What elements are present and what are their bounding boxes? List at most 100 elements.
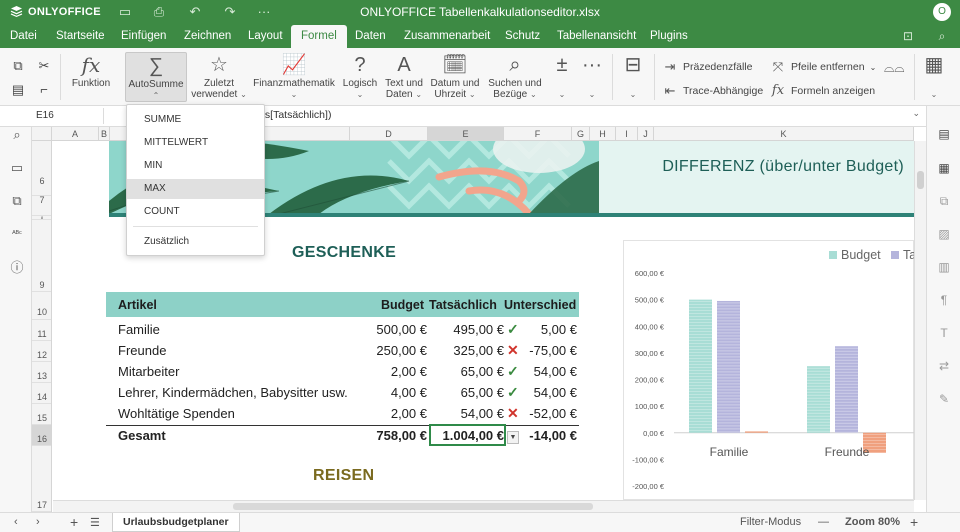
row-header[interactable]: 13: [32, 362, 51, 383]
column-header-selected[interactable]: E: [428, 127, 504, 141]
column-header[interactable]: D: [350, 127, 428, 141]
image-settings-icon[interactable]: ▨: [936, 226, 952, 242]
paste-icon[interactable]: ▤: [10, 82, 26, 98]
named-ranges-button[interactable]: ⊟ ⌄: [618, 52, 648, 100]
scroll-thumb[interactable]: [233, 503, 593, 510]
date-time-button[interactable]: 🗓 Datum und Uhrzeit ⌄: [428, 52, 482, 100]
more-functions-button[interactable]: ··· ⌄: [580, 52, 604, 100]
trace-dependents-button[interactable]: ⇤ Trace-Abhängige: [662, 83, 764, 99]
table-settings-icon[interactable]: ▦: [936, 160, 952, 176]
zoom-out-icon[interactable]: —: [818, 516, 829, 528]
table-row[interactable]: Lehrer, Kindermädchen, Babysitter usw. 4…: [106, 383, 579, 404]
tab-datei[interactable]: Datei: [0, 25, 47, 48]
financial-button[interactable]: 📈 Finanzmathematik ⌄: [252, 52, 336, 100]
expand-formula-icon[interactable]: ⌄: [912, 108, 920, 119]
row-header[interactable]: 17: [32, 446, 51, 512]
table-row[interactable]: Wohltätige Spenden 2,00 € 54,00 € ✕ -52,…: [106, 404, 579, 425]
paragraph-settings-icon[interactable]: ¶: [936, 292, 952, 308]
menu-item-summe[interactable]: SUMME: [127, 110, 264, 130]
prev-sheet-icon[interactable]: ‹: [14, 516, 18, 528]
chat-icon[interactable]: ⧉: [9, 193, 25, 209]
comments-icon[interactable]: ▭: [9, 160, 25, 176]
watch-window-icon[interactable]: ⌓⌓: [884, 60, 905, 76]
column-header[interactable]: H: [590, 127, 616, 141]
sheet-tab[interactable]: Urlaubsbudgetplaner: [112, 513, 240, 532]
row-header[interactable]: 10: [32, 292, 51, 320]
folder-icon[interactable]: ⊡: [900, 29, 916, 44]
text-data-button[interactable]: A Text und Daten ⌄: [383, 52, 425, 100]
row-header[interactable]: 9: [32, 220, 51, 292]
logical-button[interactable]: ? Logisch ⌄: [340, 52, 380, 100]
sheet-list-icon[interactable]: ☰: [90, 516, 100, 529]
chart-settings-icon[interactable]: ▥: [936, 259, 952, 275]
row-header[interactable]: 6: [32, 141, 51, 196]
copy-icon[interactable]: ⧉: [10, 58, 26, 74]
tab-formel[interactable]: Formel: [291, 25, 347, 48]
vertical-scrollbar[interactable]: [914, 141, 926, 500]
search-icon[interactable]: ⌕: [934, 29, 950, 44]
trace-precedents-button[interactable]: ⇥ Präzedenzfälle: [662, 59, 753, 75]
insert-function-button[interactable]: fx Funktion: [66, 52, 116, 89]
name-box[interactable]: E16: [32, 108, 104, 124]
tab-zeichnen[interactable]: Zeichnen: [174, 25, 241, 48]
table-row[interactable]: Mitarbeiter 2,00 € 65,00 € ✓ 54,00 €: [106, 362, 579, 383]
math-button[interactable]: ± ⌄: [550, 52, 574, 100]
tab-layout[interactable]: Layout: [238, 25, 293, 48]
tab-tabellenansicht[interactable]: Tabellenansicht: [547, 25, 646, 48]
table-row[interactable]: Freunde 250,00 € 325,00 € ✕ -75,00 €: [106, 341, 579, 362]
column-header[interactable]: J: [638, 127, 654, 141]
tab-zusammenarbeit[interactable]: Zusammenarbeit: [394, 25, 500, 48]
about-info-icon[interactable]: ⓘ: [9, 260, 25, 276]
tab-startseite[interactable]: Startseite: [46, 25, 115, 48]
tab-schutz[interactable]: Schutz: [495, 25, 550, 48]
recently-used-button[interactable]: ☆ Zuletzt verwendet ⌄: [190, 52, 248, 100]
format-painter-icon[interactable]: ⌐: [36, 82, 52, 98]
column-header[interactable]: K: [654, 127, 914, 141]
row-header[interactable]: 14: [32, 383, 51, 404]
tab-daten[interactable]: Daten: [345, 25, 396, 48]
column-header[interactable]: I: [616, 127, 638, 141]
row-header[interactable]: 15: [32, 404, 51, 425]
menu-item-count[interactable]: COUNT: [127, 202, 264, 222]
cell-settings-icon[interactable]: ▤: [936, 126, 952, 142]
column-header[interactable]: B: [99, 127, 110, 141]
tab-plugins[interactable]: Plugins: [640, 25, 698, 48]
table-row[interactable]: Familie 500,00 € 495,00 € ✓ 5,00 €: [106, 320, 579, 341]
autosum-button[interactable]: ∑ AutoSumme ⌃: [125, 52, 187, 102]
remove-arrows-button[interactable]: ⤧ Pfeile entfernen ⌄: [770, 59, 876, 75]
signature-settings-icon[interactable]: ✎: [936, 391, 952, 407]
scroll-thumb[interactable]: [917, 171, 924, 189]
next-sheet-icon[interactable]: ›: [36, 516, 40, 528]
menu-item-additional[interactable]: Zusätzlich: [127, 232, 264, 252]
calculation-button[interactable]: ▦ ⌄: [922, 52, 946, 100]
menu-item-min[interactable]: MIN: [127, 156, 264, 176]
column-header[interactable]: G: [572, 127, 590, 141]
active-cell-selection[interactable]: [429, 424, 506, 446]
user-avatar[interactable]: O: [933, 3, 951, 21]
zoom-in-icon[interactable]: +: [910, 514, 918, 530]
formula-input[interactable]: ts[Tatsächlich]): [262, 109, 331, 121]
show-formulas-button[interactable]: fx Formeln anzeigen: [770, 83, 875, 98]
budget-chart[interactable]: 600,00 € 500,00 € 400,00 € 300,00 € 200,00 €…: [623, 240, 914, 500]
shape-settings-icon[interactable]: ⧉: [936, 193, 952, 209]
menu-item-max[interactable]: MAX: [127, 179, 264, 199]
horizontal-scrollbar[interactable]: [53, 500, 914, 512]
menu-item-mittelwert[interactable]: MITTELWERT: [127, 133, 264, 153]
column-header[interactable]: A: [52, 127, 99, 141]
zoom-level[interactable]: Zoom 80%: [845, 516, 900, 528]
spellcheck-icon[interactable]: ᴬᴮᶜ: [9, 226, 25, 242]
cut-icon[interactable]: ✂: [36, 58, 52, 74]
row-header[interactable]: 12: [32, 341, 51, 362]
select-all-corner[interactable]: [32, 127, 52, 141]
add-sheet-icon[interactable]: +: [70, 514, 78, 530]
pivot-settings-icon[interactable]: ⇄: [936, 358, 952, 374]
text-art-settings-icon[interactable]: T: [936, 325, 952, 341]
cell-dropdown-button[interactable]: ▼: [507, 431, 519, 444]
row-header-selected[interactable]: 16: [32, 425, 51, 446]
row-header[interactable]: 11: [32, 320, 51, 341]
lookup-reference-button[interactable]: ⌕ Suchen und Bezüge ⌄: [486, 52, 544, 100]
search-icon[interactable]: ⌕: [9, 127, 25, 143]
tab-einfuegen[interactable]: Einfügen: [111, 25, 176, 48]
column-header[interactable]: F: [504, 127, 572, 141]
row-header[interactable]: 7: [32, 196, 51, 216]
